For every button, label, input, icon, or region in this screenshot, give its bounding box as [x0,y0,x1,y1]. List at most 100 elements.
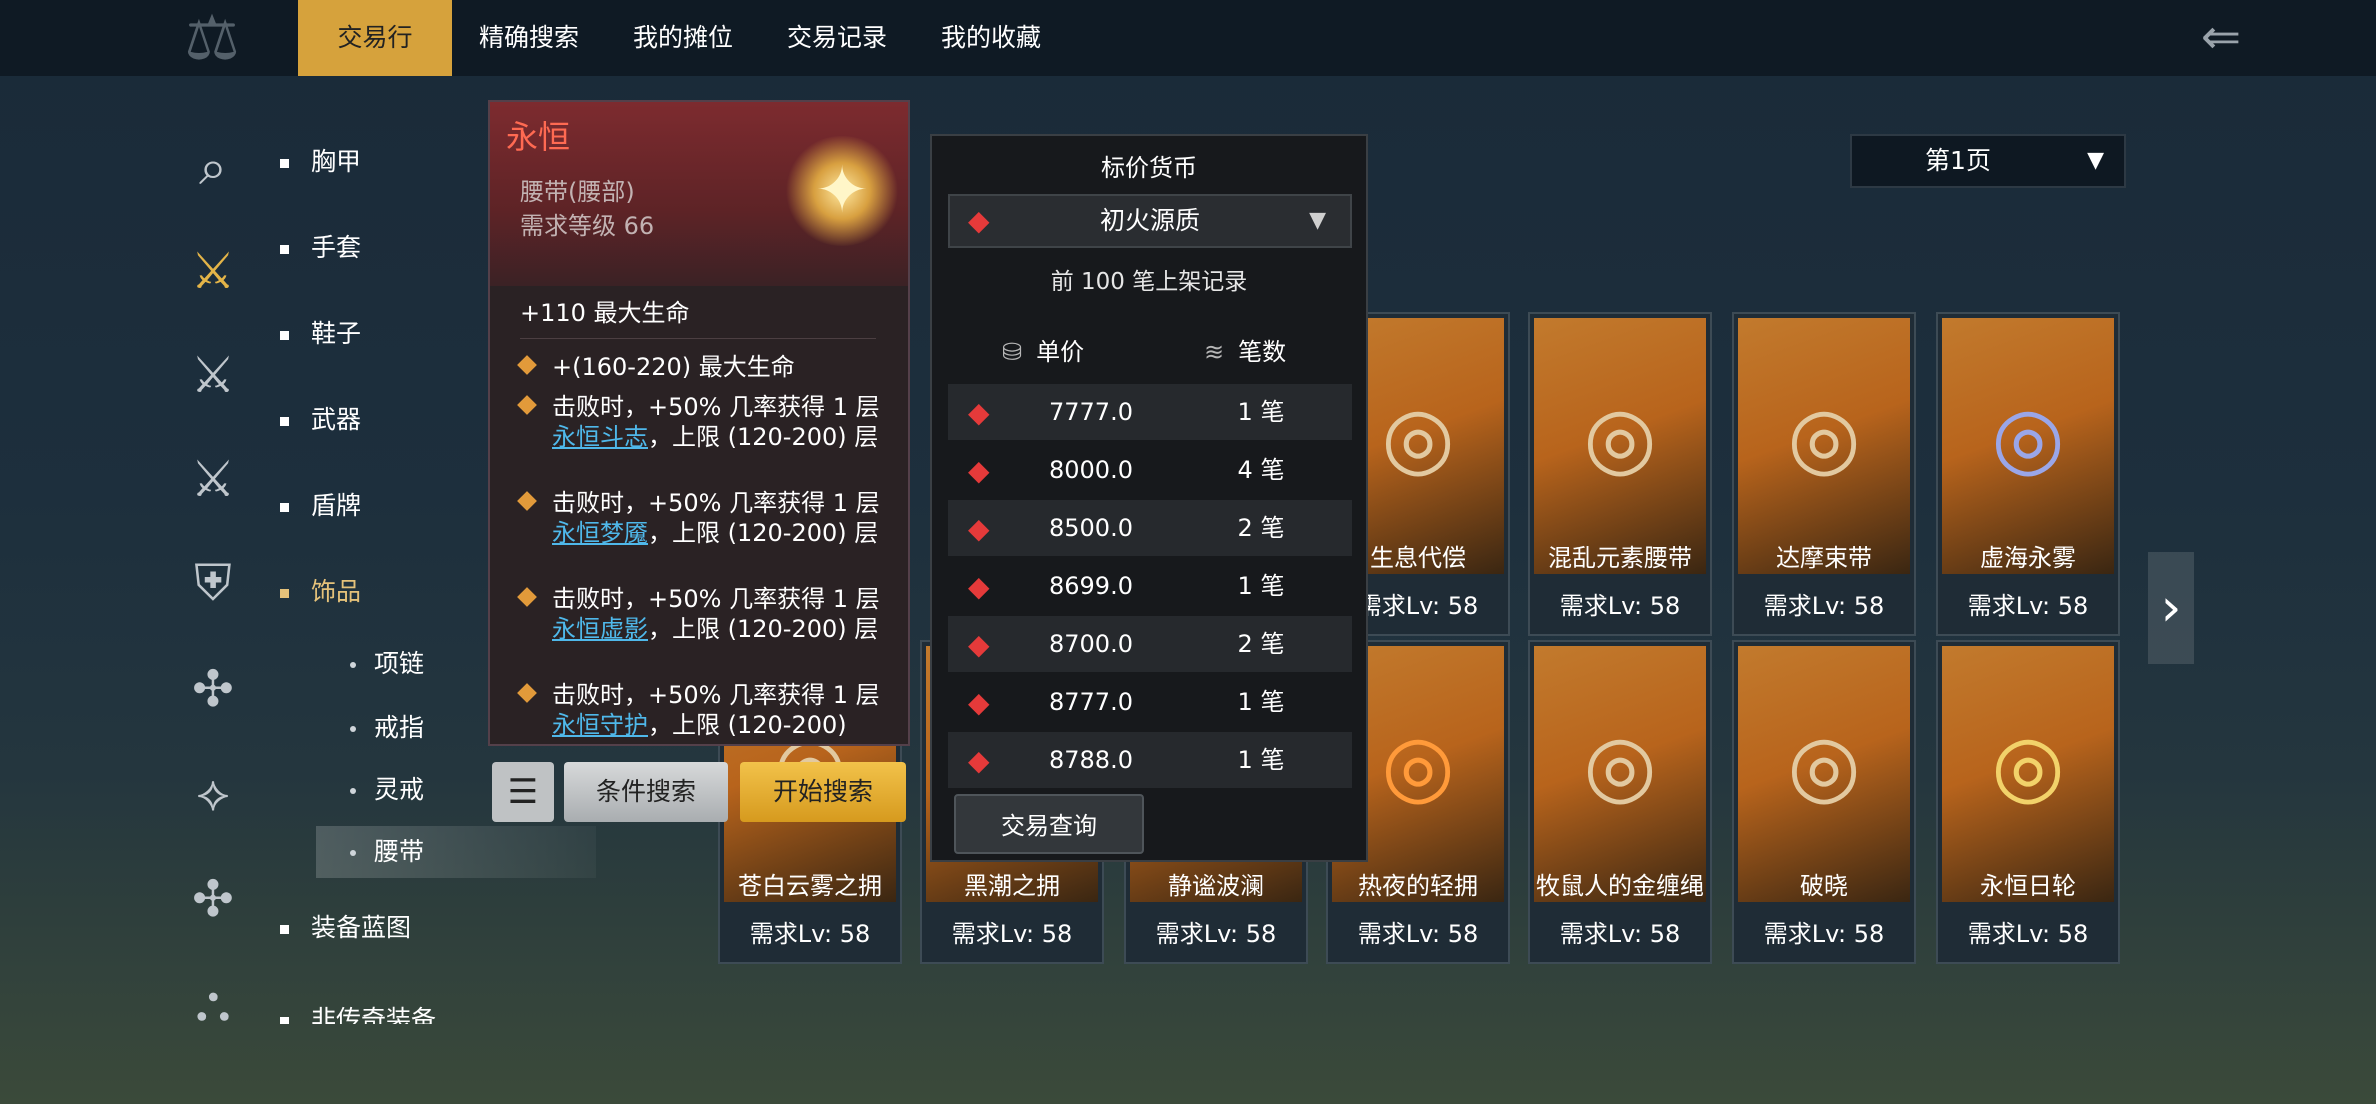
category-weapon[interactable]: 武器 [280,400,361,440]
tooltip-base-stat: +110 最大生命 [520,299,690,327]
category-non-legendary[interactable]: 非传奇装备 [280,1000,436,1024]
subcategory-belt[interactable]: 腰带 [316,826,596,878]
item-level: 需求Lv: 58 [1967,920,2089,948]
armor-icon[interactable]: ⛨ [180,550,246,616]
affix-suffix: ，上限 (120-200) 层 [648,615,879,643]
condition-search-button[interactable]: 条件搜索 [564,762,728,822]
listing-count: 1 笔 [1237,572,1285,600]
listing-count: 1 笔 [1237,688,1285,716]
item-card[interactable]: ◎ 混乱元素腰带 需求Lv: 58 [1528,312,1712,636]
column-header-unit-price: ⛁ 单价 [1002,332,1084,367]
tab-my-stall[interactable]: 我的摊位 [612,0,754,76]
sword-star-icon[interactable]: ⚔ [180,238,246,304]
item-level: 需求Lv: 58 [1155,920,1277,948]
price-row[interactable]: ◆ 8777.0 1 笔 [948,674,1352,730]
item-card[interactable]: ◎ 牧鼠人的金缠绳 需求Lv: 58 [1528,640,1712,964]
red-crystal-icon: ◆ [968,686,990,719]
category-label: 胸甲 [311,147,362,176]
magnify-list-icon[interactable]: ⌕ [180,134,246,200]
gem-star-icon[interactable]: ✣ [180,866,246,932]
tab-my-favorites[interactable]: 我的收藏 [920,0,1062,76]
listing-count: 4 笔 [1237,456,1285,484]
subcategory-spirit-ring[interactable]: 灵戒 [316,764,596,816]
unit-price: 8777.0 [1049,688,1133,716]
chevron-right-icon[interactable]: › [2148,552,2194,664]
tab-precise-search[interactable]: 精确搜索 [458,0,600,76]
item-level: 需求Lv: 58 [1967,592,2089,620]
item-name: 苍白云雾之拥 [738,872,882,900]
listing-count: 2 笔 [1237,630,1285,658]
page-select[interactable]: 第1页 ▼ [1850,134,2126,188]
gem-cluster-icon[interactable]: ✣ [180,656,246,722]
tooltip-header: 永恒 腰带(腰部) 需求等级 66 ✦ [490,102,908,286]
price-row[interactable]: ◆ 7777.0 1 笔 [948,384,1352,440]
records-note: 前 100 笔上架记录 [1050,269,1248,295]
affix-link[interactable]: 永恒梦魇 [552,519,648,547]
red-crystal-icon: ◆ [968,744,990,777]
item-card[interactable]: ◎ 达摩束带 需求Lv: 58 [1732,312,1916,636]
affix-link[interactable]: 永恒虚影 [552,615,648,643]
start-search-button[interactable]: 开始搜索 [740,762,906,822]
category-label: 手套 [311,233,362,262]
column-label: 单价 [1036,338,1085,366]
tooltip-affix: 击败时，+50% 几率获得 1 层永恒虚影，上限 (120-200) 层 [517,584,890,644]
item-level: 需求Lv: 58 [749,920,871,948]
item-name: 达摩束带 [1776,544,1872,572]
tab-auction-house[interactable]: 交易行 [298,0,452,76]
tooltip-affix: 击败时，+50% 几率获得 1 层永恒斗志，上限 (120-200) 层 [517,392,890,452]
affix-text: +(160-220) 最大生命 [552,353,795,381]
subcategory-label: 腰带 [374,837,425,866]
network-icon[interactable]: ⛬ [180,970,246,1036]
price-row[interactable]: ◆ 8500.0 2 笔 [948,500,1352,556]
tooltip-item-type: 腰带(腰部) [520,178,635,206]
affix-link[interactable]: 永恒斗志 [552,423,648,451]
category-shield[interactable]: 盾牌 [280,486,361,526]
affix-text: 击败时，+50% 几率获得 1 层 [552,585,880,613]
price-row[interactable]: ◆ 8788.0 1 笔 [948,732,1352,788]
layers-icon: ≋ [1204,338,1225,366]
tooltip-item-name: 永恒 [506,118,571,156]
scales-logo-icon: ⚖ [184,1,240,74]
category-gloves[interactable]: 手套 [280,228,361,268]
item-tooltip: 永恒 腰带(腰部) 需求等级 66 ✦ +110 最大生命 +(160-220)… [488,100,910,746]
diamond-bullet-icon [517,683,537,703]
item-level: 需求Lv: 58 [1763,920,1885,948]
category-label: 武器 [311,405,362,434]
listing-count: 1 笔 [1237,746,1285,774]
item-level: 需求Lv: 58 [1559,592,1681,620]
column-header-count: ≋ 笔数 [1204,332,1286,367]
gem-nodes-icon[interactable]: ⟡ [180,760,246,826]
category-label: 饰品 [311,577,362,606]
currency-select[interactable]: ◆ 初火源质 ▼ [948,194,1352,248]
item-name: 静谧波澜 [1168,872,1264,900]
item-name: 永恒日轮 [1980,872,2076,900]
listing-count: 1 笔 [1237,398,1285,426]
unit-price: 8699.0 [1049,572,1133,600]
category-shoes[interactable]: 鞋子 [280,314,361,354]
category-accessory[interactable]: 饰品 [280,572,361,612]
affix-text: 击败时，+50% 几率获得 1 层 [552,393,880,421]
helmet-sword-icon[interactable]: ⚔ [180,446,246,512]
menu-button[interactable]: ☰ [492,762,554,822]
item-card[interactable]: ◎ 虚海永雾 需求Lv: 58 [1936,312,2120,636]
price-row[interactable]: ◆ 8699.0 1 笔 [948,558,1352,614]
affix-suffix: ，上限 (120-200) [648,711,847,739]
item-card[interactable]: ◎ 永恒日轮 需求Lv: 58 [1936,640,2120,964]
tooltip-requirement: 需求等级 66 [520,212,655,240]
trade-query-button[interactable]: 交易查询 [954,794,1144,854]
affix-text: 击败时，+50% 几率获得 1 层 [552,681,880,709]
affix-suffix: ，上限 (120-200) 层 [648,519,879,547]
belt-item-icon: ✦ [784,136,900,246]
unit-price: 7777.0 [1049,398,1133,426]
price-row[interactable]: ◆ 8700.0 2 笔 [948,616,1352,672]
tab-trade-records[interactable]: 交易记录 [766,0,908,76]
back-arrow-icon[interactable]: ⇐ [2186,13,2256,61]
affix-link[interactable]: 永恒守护 [552,711,648,739]
divider [520,338,876,339]
price-row[interactable]: ◆ 8000.0 4 笔 [948,442,1352,498]
category-blueprint[interactable]: 装备蓝图 [280,908,411,948]
category-chest[interactable]: 胸甲 [280,142,361,182]
item-card[interactable]: ◎ 破晓 需求Lv: 58 [1732,640,1916,964]
item-name: 破晓 [1800,872,1848,900]
sword-crossed-icon[interactable]: ⚔ [180,342,246,408]
